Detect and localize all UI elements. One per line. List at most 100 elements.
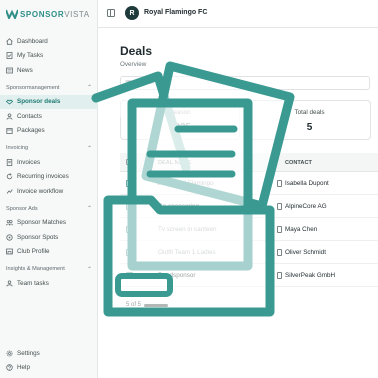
sidebar-item-packages[interactable]: Packages bbox=[0, 124, 98, 139]
column-header-contact[interactable]: CONTACT bbox=[285, 160, 312, 166]
contact-card-icon bbox=[277, 180, 282, 187]
chevron-down-icon[interactable]: ⌄ bbox=[202, 8, 208, 16]
spots-icon bbox=[6, 234, 13, 241]
sidebar-item-label: Dashboard bbox=[17, 37, 48, 45]
chevron-up-icon: ⌃ bbox=[86, 145, 92, 152]
contact-name[interactable]: Isabella Dupont bbox=[285, 180, 329, 187]
news-icon bbox=[6, 67, 13, 74]
section-insights-management[interactable]: Insights & Management ⌃ bbox=[0, 262, 98, 276]
sidebar-item-label: My Tasks bbox=[17, 52, 44, 60]
sidebar-item-recurring-invoices[interactable]: Recurring invoices bbox=[0, 170, 98, 185]
sidebar-item-label: Contacts bbox=[17, 112, 42, 120]
sidebar-item-label: Settings bbox=[17, 349, 40, 357]
season-next-button[interactable]: › bbox=[199, 122, 202, 131]
contacts-icon bbox=[6, 113, 13, 120]
deal-name[interactable]: Rondsponsor bbox=[158, 272, 195, 279]
table-row[interactable]: Friends of Flamingo Isabella Dupont bbox=[120, 172, 378, 195]
deal-name[interactable]: Outfit Team 1 Ladies bbox=[158, 249, 216, 256]
contact-name[interactable]: Oliver Schmidt bbox=[285, 249, 326, 256]
section-sponsormanagement[interactable]: Sponsormanagement ⌃ bbox=[0, 81, 98, 95]
sidebar-item-sponsor-deals[interactable]: Sponsor deals bbox=[0, 94, 98, 109]
sidebar-item-label: Club Profile bbox=[17, 248, 50, 256]
sidebar-item-label: Sponsor deals bbox=[17, 98, 61, 106]
logo[interactable]: SPONSORVISTA bbox=[6, 8, 90, 20]
sidebar-item-label: Invoices bbox=[17, 158, 41, 166]
section-invoicing[interactable]: Invoicing ⌃ bbox=[0, 141, 98, 155]
column-header-deal-name[interactable]: DEAL NAME bbox=[158, 160, 191, 166]
main-content: Deals Overview Search Season ‹ 2025 › To… bbox=[98, 28, 378, 378]
sidebar-item-label: News bbox=[17, 66, 33, 74]
row-checkbox[interactable] bbox=[126, 180, 133, 187]
total-deals-value: 5 bbox=[306, 122, 313, 133]
sidebar-item-label: Team tasks bbox=[17, 279, 49, 287]
table-header: DEAL NAME CONTACT bbox=[120, 153, 378, 172]
workflow-icon bbox=[6, 188, 13, 195]
section-title: Insights & Management bbox=[6, 266, 65, 272]
season-value: 2025 bbox=[168, 122, 192, 133]
club-avatar[interactable]: R bbox=[125, 6, 139, 20]
sidebar-item-invoices[interactable]: Invoices bbox=[0, 155, 98, 170]
logo-text: SPONSORVISTA bbox=[20, 9, 90, 19]
sidebar: SPONSORVISTA Dashboard My Tasks News Spo… bbox=[0, 0, 98, 378]
row-checkbox[interactable] bbox=[126, 203, 133, 210]
chevron-up-icon: ⌃ bbox=[86, 266, 92, 273]
topbar: R Royal Flamingo FC ⌄ bbox=[98, 0, 378, 28]
sidebar-item-news[interactable]: News bbox=[0, 63, 98, 78]
sidebar-item-label: Invoice workflow bbox=[17, 187, 64, 195]
gear-icon bbox=[6, 350, 13, 357]
contact-card-icon bbox=[277, 272, 282, 279]
sidebar-item-contacts[interactable]: Contacts bbox=[0, 109, 98, 124]
deal-name[interactable]: Friends of Flamingo bbox=[158, 180, 214, 187]
filter-icon bbox=[125, 80, 132, 87]
row-checkbox[interactable] bbox=[126, 226, 133, 233]
row-checkbox[interactable] bbox=[126, 272, 133, 279]
table-row[interactable]: Co-sponsoring AlpineCore AG bbox=[120, 195, 378, 218]
section-sponsor-ads[interactable]: Sponsor Ads ⌃ bbox=[0, 202, 98, 216]
sidebar-toggle-icon[interactable] bbox=[107, 9, 115, 17]
sidebar-nav: Dashboard My Tasks News Sponsormanagemen… bbox=[0, 34, 98, 291]
club-name[interactable]: Royal Flamingo FC bbox=[144, 9, 207, 16]
sidebar-item-label: Help bbox=[17, 364, 30, 372]
sidebar-item-invoice-workflow[interactable]: Invoice workflow bbox=[0, 184, 98, 199]
search-input[interactable]: Search bbox=[120, 76, 370, 90]
sidebar-bottom: Settings Help bbox=[0, 346, 98, 375]
profile-icon bbox=[6, 248, 13, 255]
contact-card-icon bbox=[277, 226, 282, 233]
page-title: Deals bbox=[120, 44, 153, 58]
sidebar-item-team-tasks[interactable]: Team tasks bbox=[0, 276, 98, 291]
table-row[interactable]: Tv screen in canteen Maya Chen bbox=[120, 218, 378, 241]
season-label: Season bbox=[169, 109, 191, 116]
section-title: Invoicing bbox=[6, 145, 29, 151]
help-icon bbox=[6, 364, 13, 371]
recurring-icon bbox=[6, 173, 13, 180]
season-card: Season ‹ 2025 › bbox=[120, 100, 240, 140]
select-all-checkbox[interactable] bbox=[126, 159, 132, 165]
contact-name[interactable]: AlpineCore AG bbox=[285, 203, 327, 210]
contact-card-icon bbox=[277, 249, 282, 256]
sidebar-item-settings[interactable]: Settings bbox=[0, 346, 98, 361]
sidebar-item-sponsor-spots[interactable]: Sponsor Spots bbox=[0, 230, 98, 245]
table-row[interactable]: Outfit Team 1 Ladies Oliver Schmidt bbox=[120, 241, 378, 264]
table-row[interactable]: Rondsponsor SilverPeak GmbH bbox=[120, 264, 378, 287]
sidebar-item-club-profile[interactable]: Club Profile bbox=[0, 245, 98, 260]
section-title: Sponsormanagement bbox=[6, 84, 60, 91]
deals-table: DEAL NAME CONTACT Friends of Flamingo Is… bbox=[120, 153, 378, 287]
sidebar-item-label: Sponsor Spots bbox=[17, 233, 59, 241]
checklist-icon bbox=[6, 52, 13, 60]
logo-mark-icon bbox=[6, 9, 18, 19]
sidebar-item-dashboard[interactable]: Dashboard bbox=[0, 34, 98, 49]
deal-name[interactable]: Tv screen in canteen bbox=[158, 226, 216, 233]
sidebar-item-help[interactable]: Help bbox=[0, 361, 98, 376]
page-subtitle: Overview bbox=[120, 61, 147, 68]
matches-icon bbox=[6, 219, 13, 226]
sidebar-item-label: Packages bbox=[17, 127, 45, 135]
sidebar-item-sponsor-matches[interactable]: Sponsor Matches bbox=[0, 216, 98, 231]
sidebar-item-my-tasks[interactable]: My Tasks bbox=[0, 49, 98, 64]
section-title: Sponsor Ads bbox=[6, 205, 38, 212]
deal-name[interactable]: Co-sponsoring bbox=[158, 203, 199, 210]
home-icon bbox=[6, 38, 13, 45]
deals-icon bbox=[6, 98, 13, 105]
row-checkbox[interactable] bbox=[126, 249, 133, 256]
contact-name[interactable]: Maya Chen bbox=[285, 226, 317, 233]
contact-name[interactable]: SilverPeak GmbH bbox=[285, 272, 335, 279]
